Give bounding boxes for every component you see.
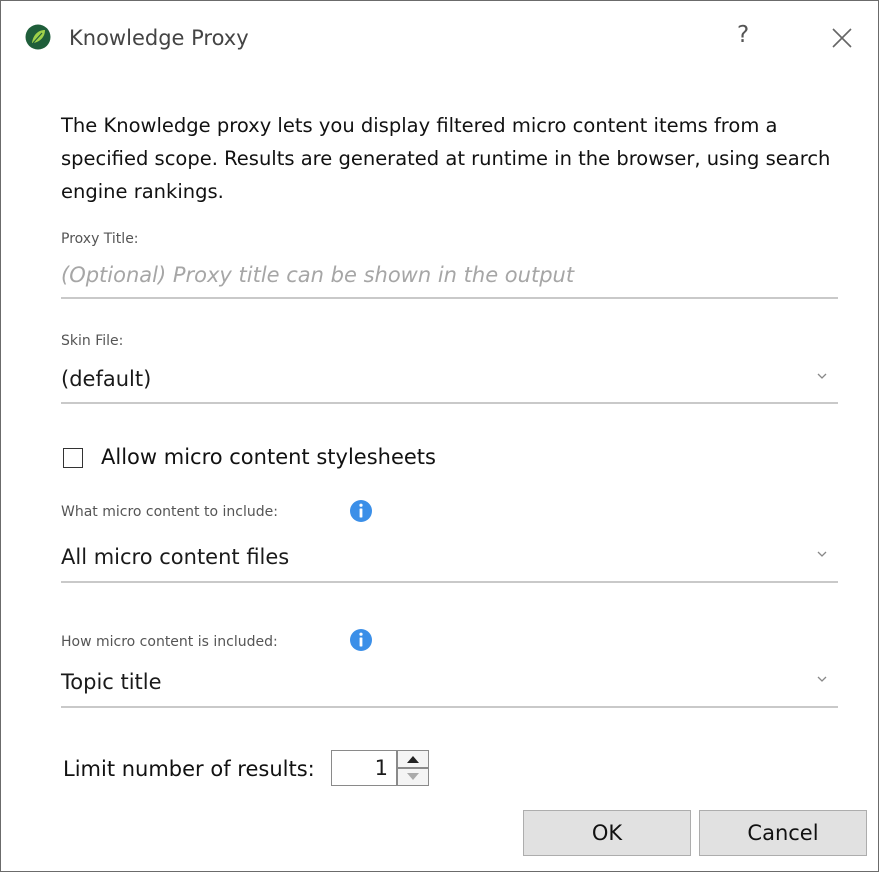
include-how-select[interactable]: Topic title	[61, 665, 837, 699]
limit-results-input[interactable]: 1	[331, 750, 397, 786]
triangle-up-icon	[407, 756, 419, 763]
include-how-underline	[61, 706, 838, 708]
title-bar: Knowledge Proxy ?	[1, 1, 878, 77]
chevron-down-icon[interactable]	[815, 549, 829, 559]
triangle-down-icon	[407, 773, 419, 780]
allow-stylesheets-label[interactable]: Allow micro content stylesheets	[101, 445, 436, 469]
include-what-label: What micro content to include:	[61, 504, 278, 520]
knowledge-proxy-dialog: Knowledge Proxy ? The Knowledge proxy le…	[0, 0, 879, 872]
include-how-label: How micro content is included:	[61, 634, 278, 650]
cancel-button[interactable]: Cancel	[699, 810, 867, 856]
limit-results-label: Limit number of results:	[63, 757, 315, 781]
info-icon[interactable]	[349, 628, 373, 652]
spin-up-button[interactable]	[397, 750, 429, 768]
help-button[interactable]: ?	[737, 22, 749, 48]
ok-button[interactable]: OK	[523, 810, 691, 856]
skin-file-label: Skin File:	[61, 333, 124, 349]
skin-file-select[interactable]: (default)	[61, 362, 837, 396]
proxy-title-underline	[61, 297, 838, 299]
leaf-logo-icon	[25, 24, 51, 50]
close-icon[interactable]	[827, 23, 857, 53]
include-how-value: Topic title	[61, 670, 162, 694]
skin-file-underline	[61, 402, 838, 404]
info-icon[interactable]	[349, 499, 373, 523]
include-what-select[interactable]: All micro content files	[61, 540, 837, 574]
proxy-title-input[interactable]: (Optional) Proxy title can be shown in t…	[61, 258, 837, 292]
dialog-description: The Knowledge proxy lets you display fil…	[61, 114, 831, 203]
chevron-down-icon[interactable]	[815, 674, 829, 684]
window-title: Knowledge Proxy	[69, 26, 249, 50]
chevron-down-icon[interactable]	[815, 371, 829, 381]
proxy-title-label: Proxy Title:	[61, 231, 139, 247]
spin-down-button[interactable]	[397, 768, 429, 786]
include-what-value: All micro content files	[61, 545, 290, 569]
include-what-underline	[61, 581, 838, 583]
skin-file-value: (default)	[61, 367, 152, 391]
allow-stylesheets-checkbox[interactable]	[63, 448, 83, 468]
proxy-title-placeholder: (Optional) Proxy title can be shown in t…	[61, 263, 575, 287]
